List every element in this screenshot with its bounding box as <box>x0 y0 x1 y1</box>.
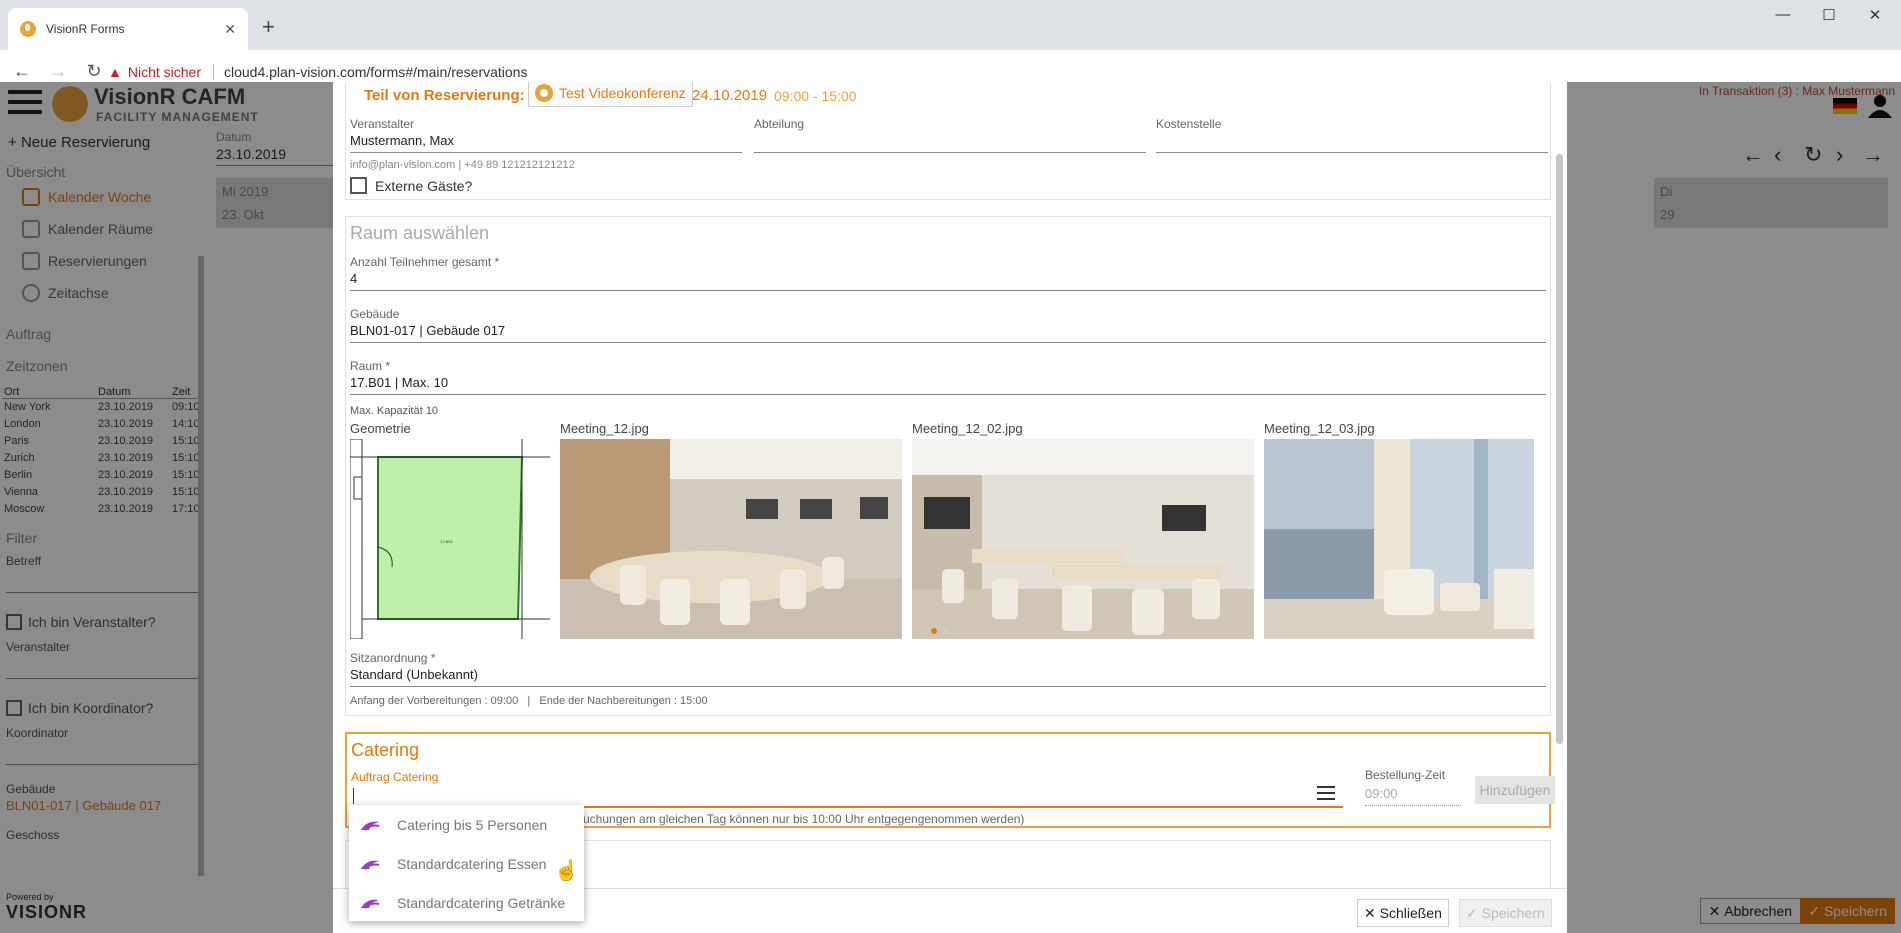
veranstalter-label: Veranstalter <box>350 117 415 131</box>
warning-icon: ▲ <box>108 64 122 80</box>
dropdown-item-standard-getraenke[interactable]: Standardcatering Getränke <box>349 883 584 922</box>
teilnehmer-label: Anzahl Teilnehmer gesamt * <box>350 255 500 269</box>
catering-dropdown: Catering bis 5 Personen Standardcatering… <box>349 805 584 921</box>
url-separator <box>213 64 214 80</box>
catering-icon <box>361 899 380 909</box>
floor-plan-image[interactable]: 17.B01 <box>350 439 550 639</box>
raum-label: Raum * <box>350 359 391 373</box>
reservation-time: 09:00 - 15:00 <box>774 88 857 104</box>
hinzufuegen-button[interactable]: Hinzufügen <box>1475 776 1555 804</box>
hand-cursor-icon: ☝ <box>554 860 579 882</box>
contact-info: info@plan-vision.com | +49 89 1212121212… <box>350 159 575 171</box>
menu-list-icon[interactable] <box>1317 786 1335 804</box>
gebaeude-label: Gebäude <box>350 307 400 321</box>
tab-close-icon[interactable]: ✕ <box>224 21 236 38</box>
organizer-card: Teil von Reservierung: Test Videokonfere… <box>345 82 1551 200</box>
tab-title: VisionR Forms <box>46 22 125 36</box>
reload-icon[interactable]: ↻ <box>76 61 112 82</box>
video-conference-icon <box>535 84 553 102</box>
visionr-favicon-icon <box>20 21 36 37</box>
maximize-icon[interactable]: ☐ <box>1806 6 1852 24</box>
dialog-scrollbar[interactable] <box>1556 154 1563 744</box>
abteilung-label: Abteilung <box>754 117 805 131</box>
meeting-room-photo-2[interactable] <box>912 439 1254 639</box>
max-capacity: Max. Kapazität 10 <box>350 405 439 417</box>
auftrag-catering-label: Auftrag Catering <box>351 770 439 784</box>
sitzanordnung-label: Sitzanordnung * <box>350 651 436 665</box>
bestellung-zeit-label: Bestellung-Zeit <box>1365 768 1446 782</box>
not-secure-label: Nicht sicher <box>127 64 201 80</box>
room-card: Raum auswählen Anzahl Teilnehmer gesamt … <box>345 216 1551 716</box>
url-text: cloud4.plan-vision.com/forms#/main/reser… <box>224 64 528 80</box>
catering-icon <box>361 860 380 870</box>
gebaeude-field[interactable]: BLN01-017 | Gebäude 017 <box>350 323 1546 343</box>
browser-tabbar: VisionR Forms ✕ + — ☐ ✕ <box>0 0 1901 50</box>
back-icon[interactable]: ← <box>4 61 40 82</box>
speichern-button[interactable]: ✓ Speichern <box>1459 899 1552 927</box>
teilnehmer-field[interactable]: 4 <box>350 271 1546 291</box>
vorbereitung-info: Anfang der Vorbereitungen : 09:00 | Ende… <box>350 695 708 707</box>
new-tab-icon[interactable]: + <box>262 14 275 40</box>
schliessen-button[interactable]: ✕ Schließen <box>1357 899 1449 927</box>
catering-title: Catering <box>351 740 420 760</box>
catering-hint: Buchungen am gleichen Tag können nur bis… <box>575 812 1025 826</box>
meeting-room-photo-1[interactable] <box>560 439 902 639</box>
geometrie-label: Geometrie <box>350 421 411 436</box>
reservation-date: 24.10.2019 <box>692 87 768 104</box>
meeting-room-photo-3[interactable] <box>1264 439 1534 639</box>
dropdown-item-catering-5[interactable]: Catering bis 5 Personen <box>349 805 584 844</box>
abteilung-field[interactable] <box>754 133 1146 153</box>
raum-field[interactable]: 17.B01 | Max. 10 <box>350 375 1546 395</box>
dropdown-item-standard-essen[interactable]: Standardcatering Essen <box>349 844 584 883</box>
veranstalter-field[interactable]: Mustermann, Max <box>350 133 742 153</box>
svg-text:17.B01: 17.B01 <box>440 539 453 544</box>
teil-von-reservierung-label: Teil von Reservierung: <box>364 87 525 104</box>
browser-tab[interactable]: VisionR Forms ✕ <box>8 8 248 50</box>
meeting-12-02-label: Meeting_12_02.jpg <box>912 421 1023 436</box>
parent-reservation-chip[interactable]: Test Videokonferenz <box>528 82 693 107</box>
raum-auswaehlen-title: Raum auswählen <box>350 223 490 243</box>
kostenstelle-field[interactable] <box>1156 133 1548 153</box>
meeting-12-label: Meeting_12.jpg <box>560 421 649 436</box>
meeting-12-03-label: Meeting_12_03.jpg <box>1264 421 1375 436</box>
minimize-icon[interactable]: — <box>1760 6 1806 23</box>
kostenstelle-label: Kostenstelle <box>1156 117 1222 131</box>
externe-gaeste-checkbox[interactable]: Externe Gäste? <box>350 177 472 194</box>
sitzanordnung-field[interactable]: Standard (Unbekannt) <box>350 667 1546 687</box>
bestellung-zeit-field[interactable]: 09:00 <box>1365 786 1461 806</box>
forward-icon[interactable]: → <box>40 61 76 82</box>
close-window-icon[interactable]: ✕ <box>1852 6 1898 24</box>
catering-icon <box>361 821 380 831</box>
